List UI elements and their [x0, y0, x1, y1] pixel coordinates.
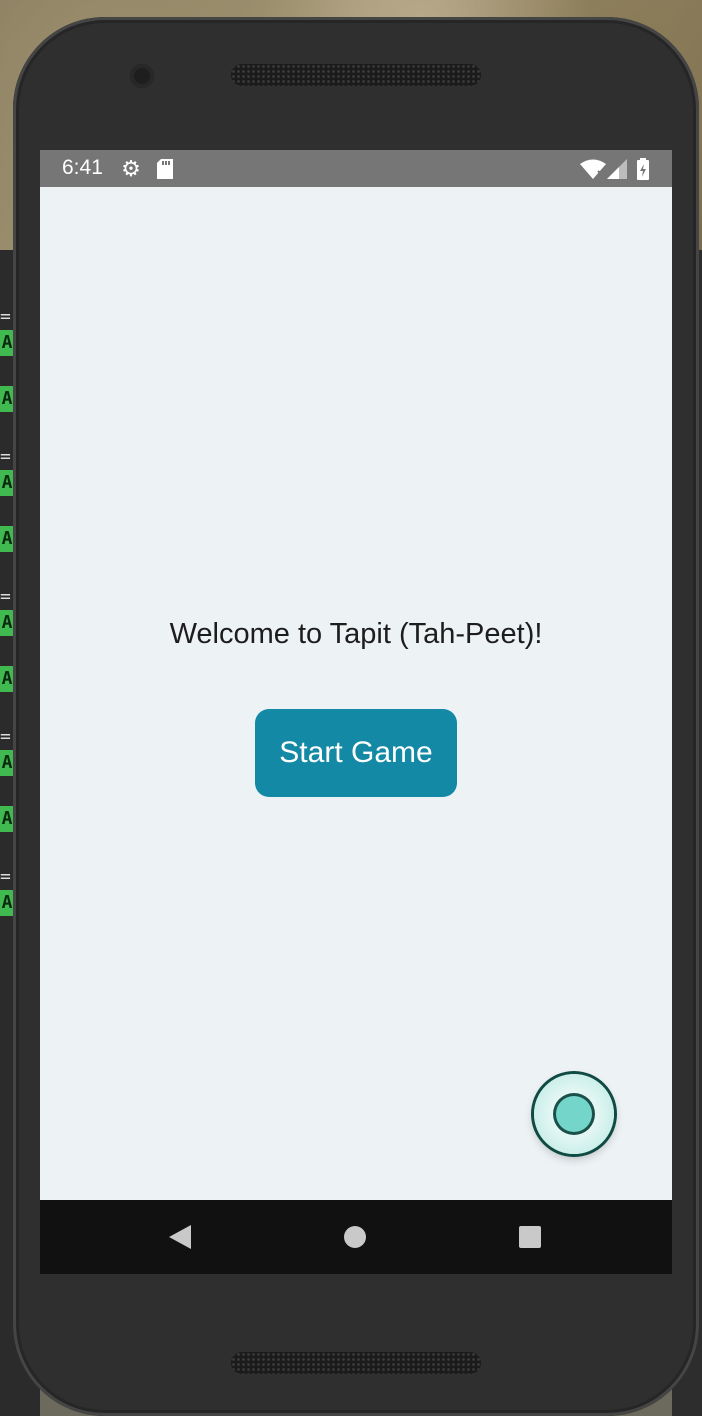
bottom-speaker-grille — [231, 1352, 481, 1374]
app-content: Welcome to Tapit (Tah-Peet)! Start Game — [40, 187, 672, 1200]
status-bar: 6:41 ⚙ — [40, 150, 672, 187]
signal-icon — [606, 158, 628, 180]
recents-icon — [519, 1226, 541, 1248]
front-camera — [130, 64, 154, 88]
wifi-icon — [580, 158, 606, 180]
status-time: 6:41 — [62, 156, 103, 179]
navigation-bar — [40, 1200, 672, 1274]
back-button[interactable] — [163, 1220, 197, 1254]
top-speaker-grille — [231, 64, 481, 86]
battery-icon — [636, 158, 650, 180]
welcome-text: Welcome to Tapit (Tah-Peet)! — [169, 618, 543, 650]
settings-icon: ⚙ — [121, 156, 141, 181]
back-icon — [169, 1225, 191, 1249]
record-dot-icon — [556, 1096, 592, 1132]
home-icon — [344, 1226, 366, 1248]
recents-button[interactable] — [513, 1220, 547, 1254]
phone-screen: 6:41 ⚙ Welcome to Tapit (Tah-Peet)! Star… — [40, 150, 672, 1274]
floating-action-button[interactable] — [534, 1074, 614, 1154]
home-button[interactable] — [338, 1220, 372, 1254]
start-game-button[interactable]: Start Game — [255, 709, 457, 797]
sd-card-icon — [154, 158, 176, 180]
